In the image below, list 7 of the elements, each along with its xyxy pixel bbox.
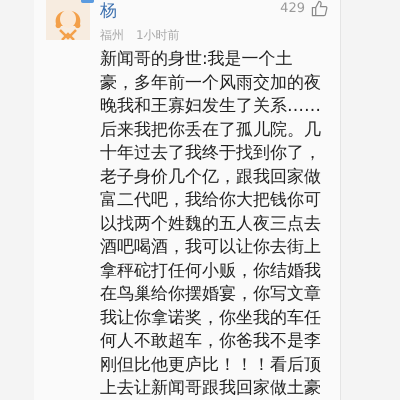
thumbs-up-icon[interactable] (311, 0, 328, 17)
like-count: 429 (280, 1, 305, 16)
avatar-icon (46, 0, 90, 40)
timestamp: 1小时前 (136, 27, 180, 44)
comment-text: 新闻哥的身世:我是一个土豪，多年前一个风雨交加的夜晚我和王寡妇发生了关系……后来我把你丢在了孤儿院。几十年过去了我终于找到你了，老子身价几个亿，跟我回家做富二代吧，我给你大把钱你可以找两个姓魏的五人夜三点去酒吧喝酒，我可以让你去街上拿秤砣打任何小贩，你结婚我在鸟巢给你摆婚宴，你写文章我让你拿诺奖，你坐我的车任何人不敢超车，你爸我不是李刚但比他更庐比！！！看后顶上去让新闻哥跟我回家做土豪 (100, 48, 322, 400)
location: 福州 (100, 27, 124, 44)
author-name[interactable]: 杨 (100, 1, 180, 21)
